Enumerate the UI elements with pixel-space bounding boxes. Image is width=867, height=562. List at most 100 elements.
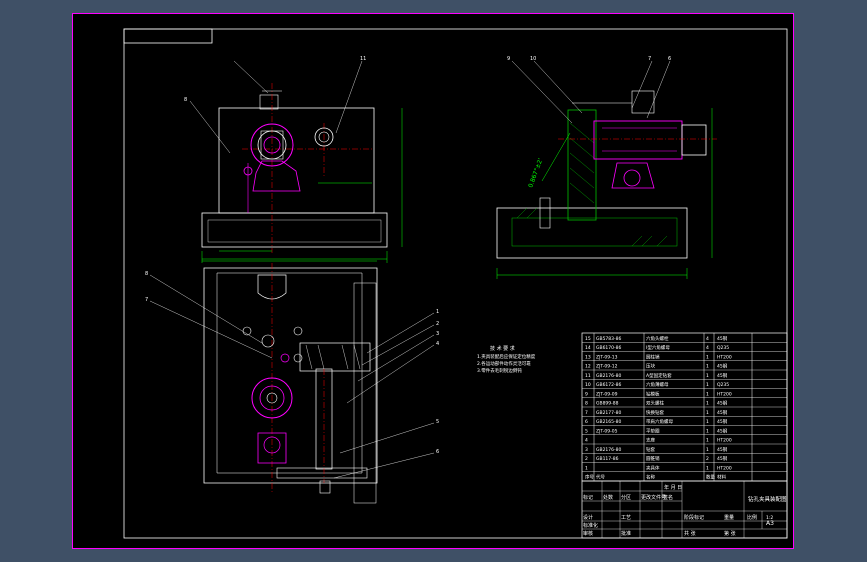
balloon: 8	[145, 271, 148, 277]
bom-cell-code: ZJT-09-13	[596, 354, 618, 360]
drawing-sheet: 0.867°±2' 8 11 9 10 7 6 8 7 1 2 3 4 5 6 …	[72, 13, 794, 549]
bom-cell-qty: 数量	[706, 474, 715, 481]
title-block-cell: 工艺	[621, 515, 631, 521]
bom-cell-name: 双头螺柱	[646, 400, 664, 407]
bom-cell-name: 钻模板	[646, 390, 660, 397]
code-box	[123, 28, 213, 44]
bom-cell-qty: 1	[706, 419, 709, 425]
bom-cell-qty: 1	[706, 391, 709, 397]
bom-rows: 15 GB5783-86 六角头螺栓 4 45钢14 GB6170-86 I型六角螺母 4 Q2…	[582, 335, 787, 481]
bom-cell-code: GB6170-86	[596, 345, 622, 351]
bom-cell-mat: HT200	[717, 438, 732, 444]
title-block-cell: 第 张	[724, 530, 736, 537]
balloon: 9	[507, 56, 510, 62]
title-block-cell: 标准化	[583, 522, 598, 529]
bom-cell-name: 圆锥销	[646, 455, 660, 462]
bom-cell-mat: 45钢	[717, 427, 728, 434]
bom-cell-name: 快换钻套	[646, 409, 664, 416]
bom-cell-code: GB6172-86	[596, 382, 622, 388]
bom-cell-code: GB5783-86	[596, 336, 622, 342]
bom-cell-qty: 1	[706, 401, 709, 407]
title-block-cell: 标记	[583, 494, 593, 501]
title-block-cell: 比例	[747, 514, 757, 521]
bom-cell-code: GB117-86	[596, 456, 619, 462]
bom-cell-no: 9	[585, 391, 588, 397]
bom-cell-no: 15	[585, 336, 591, 342]
balloon: 4	[436, 341, 439, 347]
title-block-cell: 年 月 日	[664, 484, 682, 491]
title-block-cell: 设计	[583, 514, 593, 521]
tech-note-line: 2.各运动部件动作灵活可靠	[477, 360, 531, 367]
bom-cell-qty: 1	[706, 373, 709, 379]
balloon: 7	[145, 297, 148, 303]
title-block-cell: 阶段标记	[684, 514, 704, 521]
balloon: 11	[360, 56, 366, 62]
bom-cell-mat: 45钢	[717, 372, 728, 379]
bom-cell-mat: 45钢	[717, 409, 728, 416]
balloon: 7	[648, 56, 651, 62]
bom-cell-no: 6	[585, 419, 588, 425]
front-view	[189, 60, 403, 263]
bom-table: 15 GB5783-86 六角头螺栓 4 45钢14 GB6170-86 I型六角螺母 4 Q2…	[581, 332, 788, 482]
bom-cell-no: 序号	[585, 474, 594, 481]
bom-cell-name: 六角薄螺母	[646, 381, 669, 388]
balloons: 8 11 9 10 7 6 8 7 1 2 3 4 5 6	[145, 56, 671, 455]
bom-cell-mat: 材料	[717, 474, 726, 481]
bom-cell-name: I型六角螺母	[646, 344, 670, 351]
bom-cell-name: 支座	[646, 437, 655, 444]
bom-cell-mat: 45钢	[717, 363, 728, 370]
plan-view	[149, 260, 435, 504]
tech-note-line: 3.零件去毛刺锐边倒钝	[477, 367, 522, 374]
bom-cell-qty: 1	[706, 465, 709, 471]
bom-cell-code: ZJT-09-12	[596, 364, 618, 370]
title-block: 钻孔夹具装配图 1:2 A3 标记 处数 分区 更改文件号签名年 月 日设计标准化审核…	[581, 480, 788, 539]
bom-cell-mat: 45钢	[717, 418, 728, 425]
angle-note: 0.867°±2'	[527, 157, 544, 189]
bom-cell-qty: 4	[706, 336, 709, 342]
title-block-cell: 签名	[663, 494, 673, 501]
bom-cell-mat: 45钢	[717, 335, 728, 342]
bom-cell-code: ZJT-09-09	[596, 391, 618, 397]
bom-cell-no: 14	[585, 345, 591, 351]
bom-cell-no: 3	[585, 447, 588, 453]
bom-cell-qty: 4	[706, 345, 709, 351]
bom-cell-no: 5	[585, 428, 588, 434]
bom-cell-qty: 1	[706, 447, 709, 453]
title-block-title: 钻孔夹具装配图	[748, 495, 787, 503]
bom-cell-code: GB2176-80	[596, 447, 622, 453]
side-view: 0.867°±2'	[496, 60, 717, 279]
bom-cell-no: 8	[585, 401, 588, 407]
bom-cell-code: ZJT-09-05	[596, 428, 618, 434]
bom-cell-mat: 45钢	[717, 455, 728, 462]
bom-cell-qty: 1	[706, 364, 709, 370]
title-block-cell: 处数	[603, 494, 613, 501]
title-block-cell: 分区	[621, 494, 631, 501]
bom-cell-mat: HT200	[717, 391, 732, 397]
bom-cell-code: GB2176-80	[596, 373, 622, 379]
tech-note-line: 1.夹具装配后应保证定位精度	[477, 353, 536, 360]
bom-cell-name: 平垫圈	[646, 427, 660, 434]
tech-note-title: 技 术 要 求	[490, 345, 515, 352]
balloon: 10	[530, 56, 536, 62]
bom-cell-mat: HT200	[717, 354, 732, 360]
bom-cell-code: GB2177-80	[596, 410, 622, 416]
title-block-sheet-code: A3	[766, 520, 774, 527]
balloon: 8	[184, 97, 187, 103]
drawing-border	[123, 28, 788, 539]
balloon: 2	[436, 321, 439, 327]
balloon: 6	[668, 56, 671, 62]
bom-cell-code: GB899-88	[596, 401, 619, 407]
bom-cell-no: 4	[585, 438, 588, 444]
bom-cell-mat: Q235	[717, 382, 729, 388]
bom-cell-name: A型固定钻套	[646, 372, 672, 379]
balloon: 5	[436, 419, 439, 425]
bom-cell-name: 圆柱销	[646, 353, 660, 360]
bom-cell-qty: 1	[706, 410, 709, 416]
tech-notes: 技 术 要 求 1.夹具装配后应保证定位精度 2.各运动部件动作灵活可靠 3.零…	[477, 345, 536, 374]
bom-cell-qty: 1	[706, 382, 709, 388]
bom-cell-qty: 1	[706, 354, 709, 360]
bom-cell-name: 压块	[646, 363, 655, 370]
bom-cell-no: 12	[585, 364, 591, 370]
bom-cell-no: 11	[585, 373, 591, 379]
balloon: 1	[436, 309, 439, 315]
